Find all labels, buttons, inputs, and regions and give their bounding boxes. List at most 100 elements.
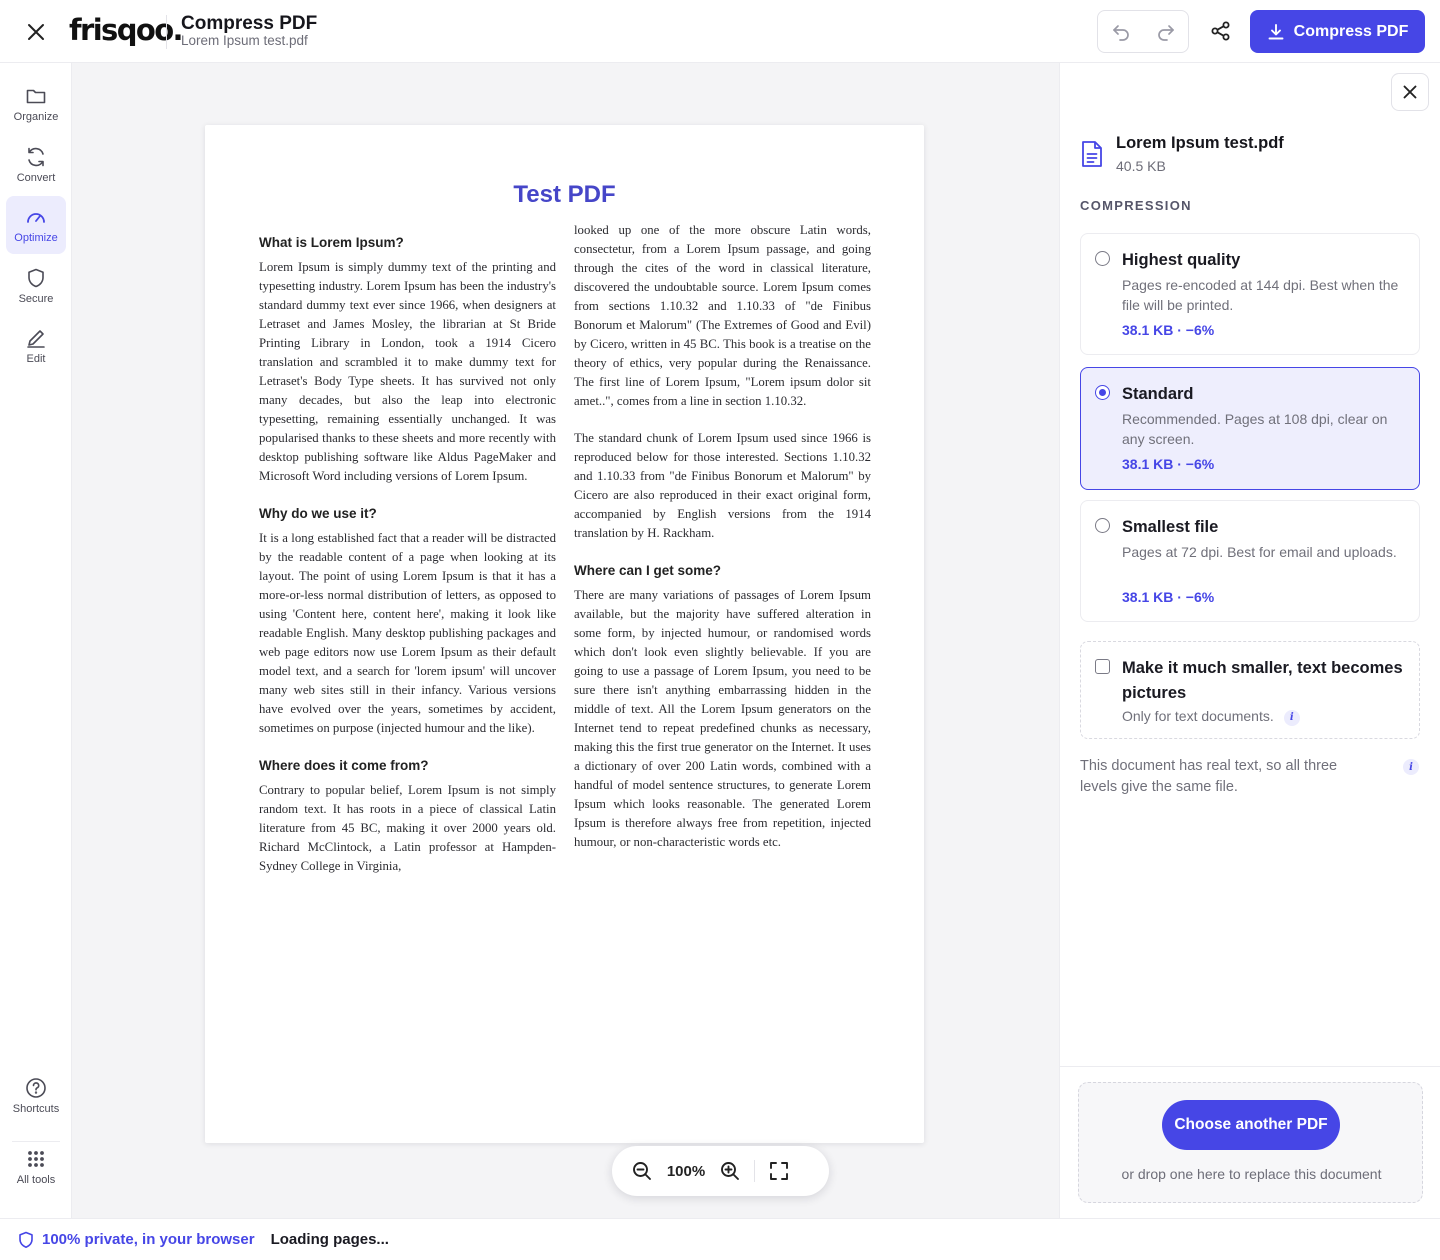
tool-title: Compress PDF: [181, 13, 318, 34]
compress-pdf-label: Compress PDF: [1293, 22, 1409, 40]
app-logo[interactable]: frisqoo.: [69, 13, 184, 47]
close-app-button[interactable]: [20, 16, 52, 48]
pdf-paragraph: The standard chunk of Lorem Ipsum used s…: [574, 431, 871, 540]
zoom-out-button[interactable]: [626, 1155, 658, 1187]
file-name: Lorem Ipsum test.pdf: [1116, 134, 1284, 152]
pdf-page: Test PDF What is Lorem Ipsum? Lorem Ipsu…: [205, 125, 924, 1143]
rail-item-label: Optimize: [14, 232, 58, 244]
folder-icon: [26, 89, 46, 104]
choose-another-pdf-button[interactable]: Choose another PDF: [1162, 1100, 1340, 1150]
redo-button[interactable]: [1143, 11, 1188, 52]
compression-panel: Lorem Ipsum test.pdf 40.5 KB COMPRESSION…: [1059, 63, 1440, 1218]
option-highest-quality[interactable]: Highest quality Pages re-encoded at 144 …: [1080, 233, 1420, 355]
option-standard[interactable]: Standard Recommended. Pages at 108 dpi, …: [1080, 367, 1420, 490]
privacy-status: 100% private, in your browser: [18, 1231, 255, 1249]
option-rasterize[interactable]: Make it much smaller, text becomes pictu…: [1080, 641, 1420, 739]
app-header: frisqoo. Compress PDF Lorem Ipsum test.p…: [0, 0, 1440, 63]
compression-section-label: COMPRESSION: [1080, 198, 1192, 213]
option-size: 38.1 KB · −6%: [1122, 322, 1215, 338]
document-icon: [1082, 141, 1102, 167]
pdf-paragraph: looked up one of the more obscure Latin …: [574, 223, 871, 408]
option-title: Make it much smaller, text becomes pictu…: [1122, 659, 1403, 702]
option-size: 38.1 KB · −6%: [1122, 589, 1215, 605]
fullscreen-icon: [770, 1162, 788, 1180]
pdf-paragraph: Contrary to popular belief, Lorem Ipsum …: [259, 783, 556, 873]
help-circle-icon: [26, 1078, 46, 1098]
rasterize-desc-text: Only for text documents.: [1122, 708, 1274, 724]
zoom-level[interactable]: 100%: [658, 1163, 714, 1180]
drop-hint: or drop one here to replace this documen…: [1121, 1166, 1382, 1182]
loading-status: Loading pages...: [270, 1231, 389, 1248]
close-panel-button[interactable]: [1391, 73, 1429, 111]
rail-item-edit[interactable]: Edit: [6, 317, 66, 375]
compression-note: This document has real text, so all thre…: [1080, 758, 1338, 795]
rail-item-secure[interactable]: Secure: [6, 257, 66, 315]
highest-quality-radio[interactable]: [1095, 251, 1110, 266]
pdf-heading: What is Lorem Ipsum?: [259, 235, 404, 250]
rail-item-shortcuts[interactable]: Shortcuts: [6, 1067, 66, 1125]
tool-rail: Organize Convert Optimize Secure Edit Sh…: [0, 63, 72, 1218]
option-title: Standard: [1122, 385, 1194, 403]
rail-item-optimize[interactable]: Optimize: [6, 196, 66, 254]
rasterize-checkbox[interactable]: [1095, 659, 1110, 674]
zoom-controls: 100%: [612, 1146, 829, 1196]
rail-item-convert[interactable]: Convert: [6, 136, 66, 194]
header-divider: [166, 15, 167, 49]
rail-item-label: Secure: [18, 293, 54, 305]
document-canvas[interactable]: Test PDF What is Lorem Ipsum? Lorem Ipsu…: [72, 63, 1059, 1218]
file-size: 40.5 KB: [1116, 158, 1166, 174]
rail-item-label: All tools: [16, 1174, 56, 1186]
shield-icon: [28, 268, 44, 288]
zoom-divider: [754, 1160, 755, 1182]
rail-item-label: Edit: [26, 353, 46, 365]
rail-item-label: Shortcuts: [12, 1103, 60, 1115]
compress-pdf-button[interactable]: Compress PDF: [1250, 10, 1425, 53]
option-title: Highest quality: [1122, 251, 1241, 269]
info-icon[interactable]: i: [1403, 759, 1419, 775]
redo-icon: [1157, 24, 1174, 41]
download-icon: [1268, 23, 1284, 39]
rail-item-label: Organize: [13, 111, 59, 123]
pdf-paragraph: It is a long established fact that a rea…: [259, 531, 556, 735]
header-filename: Lorem Ipsum test.pdf: [181, 33, 308, 48]
grid-dots-icon: [28, 1151, 44, 1167]
option-smallest-file[interactable]: Smallest file Pages at 72 dpi. Best for …: [1080, 500, 1420, 622]
pencil-icon: [27, 330, 45, 348]
close-icon: [28, 24, 44, 40]
rail-item-all-tools[interactable]: All tools: [6, 1138, 66, 1196]
pdf-column-left: What is Lorem Ipsum? Lorem Ipsum is simp…: [259, 233, 556, 894]
smallest-file-radio[interactable]: [1095, 518, 1110, 533]
undo-icon: [1112, 24, 1129, 41]
panel-footer: Choose another PDF or drop one here to r…: [1060, 1066, 1440, 1218]
shield-icon: [19, 1231, 33, 1248]
pdf-title: Test PDF: [513, 181, 616, 208]
share-icon: [1211, 21, 1230, 41]
standard-radio[interactable]: [1095, 385, 1110, 400]
zoom-out-icon: [633, 1162, 651, 1180]
option-title: Smallest file: [1122, 518, 1219, 536]
pdf-heading: Why do we use it?: [259, 506, 377, 521]
pdf-paragraph: Lorem Ipsum is simply dummy text of the …: [259, 260, 556, 483]
pdf-heading: Where can I get some?: [574, 563, 722, 578]
option-description: Recommended. Pages at 108 dpi, clear on …: [1122, 411, 1388, 447]
undo-button[interactable]: [1098, 11, 1143, 52]
pdf-column-right: looked up one of the more obscure Latin …: [574, 221, 871, 870]
history-controls: [1097, 10, 1189, 53]
privacy-text: 100% private, in your browser: [42, 1231, 255, 1248]
status-bar: 100% private, in your browser Loading pa…: [0, 1218, 1440, 1260]
zoom-in-button[interactable]: [714, 1155, 746, 1187]
close-icon: [1403, 85, 1417, 99]
option-description: Only for text documents. i: [1122, 706, 1407, 726]
pdf-heading: Where does it come from?: [259, 758, 429, 773]
fullscreen-button[interactable]: [763, 1155, 795, 1187]
zoom-in-icon: [721, 1162, 739, 1180]
share-button[interactable]: [1202, 12, 1240, 50]
option-description: Pages at 72 dpi. Best for email and uplo…: [1122, 544, 1397, 560]
info-icon[interactable]: i: [1283, 710, 1300, 726]
gauge-icon: [27, 213, 45, 223]
rail-item-organize[interactable]: Organize: [6, 75, 66, 133]
refresh-icon: [28, 147, 44, 167]
option-description: Pages re-encoded at 144 dpi. Best when t…: [1122, 277, 1399, 313]
pdf-drop-zone[interactable]: Choose another PDF or drop one here to r…: [1078, 1082, 1423, 1203]
option-size: 38.1 KB · −6%: [1122, 456, 1215, 472]
